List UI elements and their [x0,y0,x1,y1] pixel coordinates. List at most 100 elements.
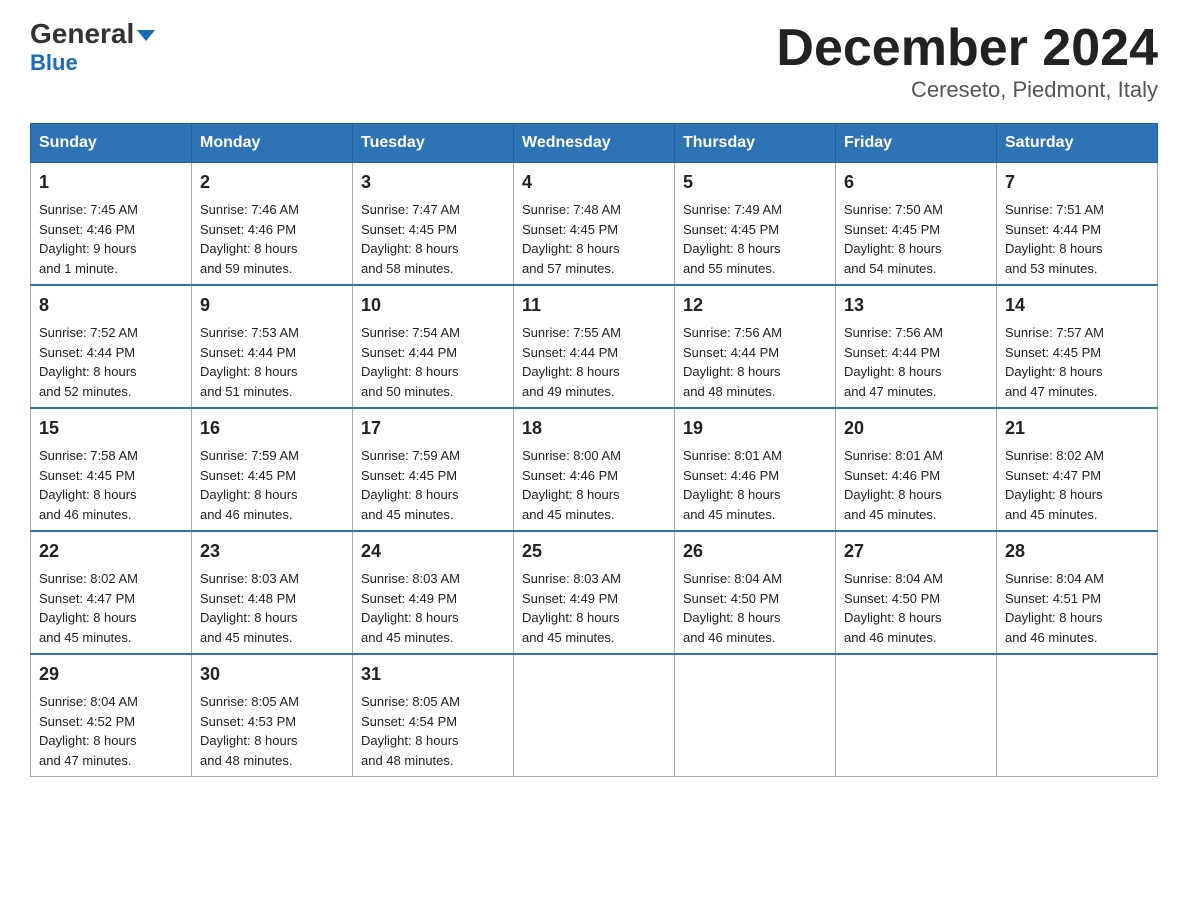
day-info: Sunrise: 8:02 AMSunset: 4:47 PMDaylight:… [39,569,183,647]
day-info: Sunrise: 8:02 AMSunset: 4:47 PMDaylight:… [1005,446,1149,524]
day-info: Sunrise: 8:04 AMSunset: 4:50 PMDaylight:… [844,569,988,647]
day-number: 25 [522,538,666,565]
day-number: 21 [1005,415,1149,442]
day-number: 28 [1005,538,1149,565]
day-number: 7 [1005,169,1149,196]
day-number: 17 [361,415,505,442]
calendar-cell: 13 Sunrise: 7:56 AMSunset: 4:44 PMDayligh… [836,285,997,408]
day-number: 27 [844,538,988,565]
day-info: Sunrise: 7:49 AMSunset: 4:45 PMDaylight:… [683,200,827,278]
calendar-cell: 17 Sunrise: 7:59 AMSunset: 4:45 PMDayligh… [353,408,514,531]
week-row-2: 8 Sunrise: 7:52 AMSunset: 4:44 PMDaylight… [31,285,1158,408]
calendar-cell: 16 Sunrise: 7:59 AMSunset: 4:45 PMDayligh… [192,408,353,531]
day-number: 16 [200,415,344,442]
day-info: Sunrise: 7:56 AMSunset: 4:44 PMDaylight:… [683,323,827,401]
calendar-cell: 12Sunrise: 7:56 AMSunset: 4:44 PMDayligh… [675,285,836,408]
calendar-cell: 5 Sunrise: 7:49 AMSunset: 4:45 PMDaylight… [675,163,836,286]
day-info: Sunrise: 7:52 AMSunset: 4:44 PMDaylight:… [39,323,183,401]
day-info: Sunrise: 7:47 AMSunset: 4:45 PMDaylight:… [361,200,505,278]
day-number: 30 [200,661,344,688]
calendar-cell: 24 Sunrise: 8:03 AMSunset: 4:49 PMDayligh… [353,531,514,654]
day-number: 29 [39,661,183,688]
day-info: Sunrise: 8:03 AMSunset: 4:49 PMDaylight:… [361,569,505,647]
calendar-cell [836,654,997,777]
calendar-cell: 23 Sunrise: 8:03 AMSunset: 4:48 PMDayligh… [192,531,353,654]
calendar-cell: 29 Sunrise: 8:04 AMSunset: 4:52 PMDayligh… [31,654,192,777]
day-info: Sunrise: 8:03 AMSunset: 4:48 PMDaylight:… [200,569,344,647]
day-number: 26 [683,538,827,565]
day-number: 24 [361,538,505,565]
calendar-cell: 28 Sunrise: 8:04 AMSunset: 4:51 PMDayligh… [997,531,1158,654]
day-info: Sunrise: 7:56 AMSunset: 4:44 PMDaylight:… [844,323,988,401]
day-info: Sunrise: 8:04 AMSunset: 4:50 PMDaylight:… [683,569,827,647]
calendar-cell: 14 Sunrise: 7:57 AMSunset: 4:45 PMDayligh… [997,285,1158,408]
day-info: Sunrise: 8:05 AMSunset: 4:54 PMDaylight:… [361,692,505,770]
calendar-cell: 9 Sunrise: 7:53 AMSunset: 4:44 PMDaylight… [192,285,353,408]
day-number: 13 [844,292,988,319]
calendar-cell: 21 Sunrise: 8:02 AMSunset: 4:47 PMDayligh… [997,408,1158,531]
day-number: 6 [844,169,988,196]
day-number: 9 [200,292,344,319]
day-info: Sunrise: 8:04 AMSunset: 4:52 PMDaylight:… [39,692,183,770]
day-number: 11 [522,292,666,319]
day-info: Sunrise: 7:45 AMSunset: 4:46 PMDaylight:… [39,200,183,278]
calendar-cell: 25 Sunrise: 8:03 AMSunset: 4:49 PMDayligh… [514,531,675,654]
logo: General Blue [30,20,155,76]
day-info: Sunrise: 7:59 AMSunset: 4:45 PMDaylight:… [361,446,505,524]
day-number: 5 [683,169,827,196]
calendar-cell: 10Sunrise: 7:54 AMSunset: 4:44 PMDayligh… [353,285,514,408]
page-header: General Blue December 2024 Cereseto, Pie… [30,20,1158,103]
day-number: 20 [844,415,988,442]
day-number: 4 [522,169,666,196]
day-number: 14 [1005,292,1149,319]
day-info: Sunrise: 8:03 AMSunset: 4:49 PMDaylight:… [522,569,666,647]
day-number: 8 [39,292,183,319]
calendar-cell: 6 Sunrise: 7:50 AMSunset: 4:45 PMDaylight… [836,163,997,286]
day-number: 19 [683,415,827,442]
calendar-cell [514,654,675,777]
location-subtitle: Cereseto, Piedmont, Italy [776,77,1158,103]
week-row-3: 15Sunrise: 7:58 AMSunset: 4:45 PMDayligh… [31,408,1158,531]
day-number: 23 [200,538,344,565]
week-row-1: 1Sunrise: 7:45 AMSunset: 4:46 PMDaylight… [31,163,1158,286]
day-number: 3 [361,169,505,196]
weekday-header-monday: Monday [192,124,353,163]
calendar-cell: 2Sunrise: 7:46 AMSunset: 4:46 PMDaylight… [192,163,353,286]
day-info: Sunrise: 8:01 AMSunset: 4:46 PMDaylight:… [844,446,988,524]
calendar-cell [997,654,1158,777]
weekday-header-row: SundayMondayTuesdayWednesdayThursdayFrid… [31,124,1158,163]
week-row-4: 22Sunrise: 8:02 AMSunset: 4:47 PMDayligh… [31,531,1158,654]
calendar-cell: 8 Sunrise: 7:52 AMSunset: 4:44 PMDaylight… [31,285,192,408]
calendar-cell: 31 Sunrise: 8:05 AMSunset: 4:54 PMDayligh… [353,654,514,777]
calendar-cell: 1Sunrise: 7:45 AMSunset: 4:46 PMDaylight… [31,163,192,286]
day-number: 2 [200,169,344,196]
day-info: Sunrise: 8:05 AMSunset: 4:53 PMDaylight:… [200,692,344,770]
calendar-cell: 3 Sunrise: 7:47 AMSunset: 4:45 PMDaylight… [353,163,514,286]
day-info: Sunrise: 8:04 AMSunset: 4:51 PMDaylight:… [1005,569,1149,647]
calendar-cell: 30 Sunrise: 8:05 AMSunset: 4:53 PMDayligh… [192,654,353,777]
weekday-header-friday: Friday [836,124,997,163]
calendar-cell: 18 Sunrise: 8:00 AMSunset: 4:46 PMDayligh… [514,408,675,531]
calendar-cell: 11Sunrise: 7:55 AMSunset: 4:44 PMDayligh… [514,285,675,408]
day-number: 18 [522,415,666,442]
day-info: Sunrise: 7:53 AMSunset: 4:44 PMDaylight:… [200,323,344,401]
calendar-cell: 19Sunrise: 8:01 AMSunset: 4:46 PMDayligh… [675,408,836,531]
calendar-cell: 7Sunrise: 7:51 AMSunset: 4:44 PMDaylight… [997,163,1158,286]
calendar-cell: 20 Sunrise: 8:01 AMSunset: 4:46 PMDayligh… [836,408,997,531]
day-info: Sunrise: 8:00 AMSunset: 4:46 PMDaylight:… [522,446,666,524]
day-number: 10 [361,292,505,319]
calendar-cell: 15Sunrise: 7:58 AMSunset: 4:45 PMDayligh… [31,408,192,531]
logo-general: General [30,20,155,48]
day-info: Sunrise: 7:48 AMSunset: 4:45 PMDaylight:… [522,200,666,278]
day-info: Sunrise: 7:57 AMSunset: 4:45 PMDaylight:… [1005,323,1149,401]
calendar-cell: 4 Sunrise: 7:48 AMSunset: 4:45 PMDaylight… [514,163,675,286]
day-info: Sunrise: 7:59 AMSunset: 4:45 PMDaylight:… [200,446,344,524]
day-number: 31 [361,661,505,688]
day-info: Sunrise: 7:50 AMSunset: 4:45 PMDaylight:… [844,200,988,278]
weekday-header-saturday: Saturday [997,124,1158,163]
calendar-cell: 26 Sunrise: 8:04 AMSunset: 4:50 PMDayligh… [675,531,836,654]
weekday-header-thursday: Thursday [675,124,836,163]
logo-blue: Blue [30,50,78,76]
title-block: December 2024 Cereseto, Piedmont, Italy [776,20,1158,103]
week-row-5: 29 Sunrise: 8:04 AMSunset: 4:52 PMDayligh… [31,654,1158,777]
